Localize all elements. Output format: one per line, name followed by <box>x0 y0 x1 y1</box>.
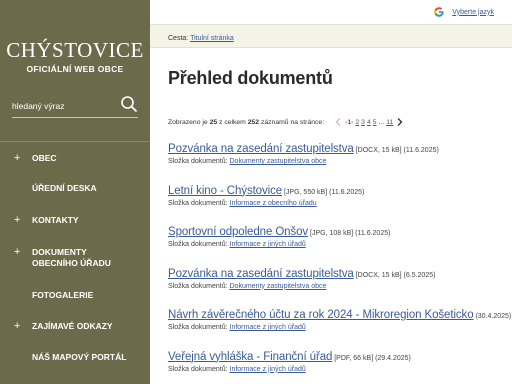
document-item: Pozvánka na zasedání zastupitelstva [DOC… <box>168 268 508 310</box>
document-item: Letní kino - Chýstovice [JPG, 550 kB] (1… <box>168 185 508 227</box>
language-selector[interactable]: Vyberte jazyk <box>434 7 494 17</box>
nav-item-label: ZAJÍMAVÉ ODKAZY <box>32 321 113 331</box>
nav-divider <box>0 141 150 142</box>
document-folder-link[interactable]: Informace z jiných úřadů <box>230 324 306 331</box>
pager: -1- 2 3 4 5 ... 11 <box>332 116 406 128</box>
document-item: Pozvánka na zasedání zastupitelstva [DOC… <box>168 143 508 185</box>
document-meta: [DOCX, 15 kB] (6.5.2025) <box>355 271 436 279</box>
document-folder-link[interactable]: Informace z jiných úřadů <box>230 241 306 248</box>
document-title-link[interactable]: Letní kino - Chýstovice <box>168 185 282 197</box>
document-folder-label: Složka dokumentů: <box>168 282 228 290</box>
nav-item-label: NÁŠ MAPOVÝ PORTÁL <box>32 352 127 362</box>
document-title-link[interactable]: Sportovní odpoledne Onšov <box>168 226 308 238</box>
pager-shown-count: 25 <box>209 118 218 126</box>
document-folder-label: Složka dokumentů: <box>168 241 228 248</box>
document-folder-label: Složka dokumentů: <box>168 324 228 331</box>
language-link[interactable]: Vyberte jazyk <box>452 9 494 16</box>
pager-page-link[interactable]: 4 <box>367 119 371 126</box>
plus-icon: + <box>14 320 21 332</box>
site-brand[interactable]: CHÝSTOVICE OFICIÁLNÍ WEB OBCE <box>0 0 150 74</box>
plus-icon: + <box>14 246 21 258</box>
pager-page-link[interactable]: 2 <box>355 119 359 126</box>
nav-item-label: DOKUMENTY OBECNÍHO ÚŘADU <box>32 247 111 268</box>
document-meta: [JPG, 550 kB] (11.6.2025) <box>283 188 365 196</box>
document-item: Veřejná vyhláška - Finanční úřad [PDF, 6… <box>168 351 508 384</box>
google-icon <box>434 7 444 17</box>
pager-next-icon[interactable] <box>394 116 406 128</box>
nav-item-kontakty[interactable]: + KONTAKTY <box>0 215 150 226</box>
main-content: Vyberte jazyk Cesta: Titulní stránka Pře… <box>150 0 512 384</box>
sidebar: CHÝSTOVICE OFICIÁLNÍ WEB OBCE + OBEC ÚŘE… <box>0 0 150 384</box>
nav-item-uredni-deska[interactable]: ÚŘEDNÍ DESKA <box>0 183 150 194</box>
pager-page-link[interactable]: 5 <box>373 119 377 126</box>
plus-icon: + <box>14 152 21 164</box>
document-folder-link[interactable]: Informace z obecního úřadu <box>230 200 317 207</box>
site-subtitle: OFICIÁLNÍ WEB OBCE <box>26 64 124 74</box>
nav-item-label: FOTOGALERIE <box>32 290 94 300</box>
breadcrumb-prefix: Cesta: <box>168 35 189 42</box>
nav-item-obec[interactable]: + OBEC <box>0 153 150 164</box>
nav-item-label: KONTAKTY <box>32 215 79 225</box>
pager-text-shown: Zobrazeno je <box>168 118 208 126</box>
pager-text-records: záznamů na stránce: <box>260 118 325 126</box>
document-item: Návrh závěrečného účtu za rok 2024 - Mik… <box>168 309 512 351</box>
breadcrumb-home-link[interactable]: Titulní stránka <box>190 35 234 42</box>
nav-item-label: ÚŘEDNÍ DESKA <box>32 183 97 193</box>
plus-icon: + <box>14 214 21 226</box>
site-title: CHÝSTOVICE <box>6 38 144 62</box>
document-folder-label: Složka dokumentů: <box>168 158 228 165</box>
pager-ellipsis: ... <box>378 118 385 126</box>
nav-item-fotogalerie[interactable]: FOTOGALERIE <box>0 290 150 301</box>
breadcrumb: Cesta: Titulní stránka <box>150 24 512 48</box>
document-title-link[interactable]: Pozvánka na zasedání zastupitelstva <box>168 268 354 280</box>
document-folder-label: Složka dokumentů: <box>168 365 228 373</box>
document-list: Pozvánka na zasedání zastupitelstva [DOC… <box>168 143 512 384</box>
nav-item-label: OBEC <box>32 153 57 163</box>
nav-item-mapovy-portal[interactable]: NÁŠ MAPOVÝ PORTÁL <box>0 352 150 363</box>
document-meta: [DOCX, 15 kB] (11.6.2025) <box>355 147 439 154</box>
document-folder-link[interactable]: Informace z jiných úřadů <box>230 366 306 373</box>
document-title-link[interactable]: Návrh závěrečného účtu za rok 2024 - Mik… <box>168 309 474 321</box>
document-meta: [PDF, 66 kB] (29.4.2025) <box>334 354 411 362</box>
nav-item-dokumenty[interactable]: + DOKUMENTY OBECNÍHO ÚŘADU <box>0 247 150 269</box>
pager-current-page: -1- <box>345 118 354 126</box>
document-folder-link[interactable]: Dokumenty zastupitelstva obce <box>230 283 327 290</box>
pager-last-page[interactable]: 11 <box>386 119 393 126</box>
document-item: Sportovní odpoledne Onšov [JPG, 108 kB] … <box>168 226 508 268</box>
pager-text-of: z celkem <box>219 118 246 126</box>
document-folder-link[interactable]: Dokumenty zastupitelstva obce <box>230 158 327 165</box>
document-folder-label: Složka dokumentů: <box>168 199 228 207</box>
document-meta: (30.4.2025) <box>475 313 512 320</box>
top-bar: Vyberte jazyk <box>150 0 512 24</box>
pager-page-link[interactable]: 3 <box>361 119 365 126</box>
document-meta: [JPG, 108 kB] (11.6.2025) <box>310 230 391 237</box>
pager-prev-icon[interactable] <box>332 116 344 128</box>
search-icon[interactable] <box>120 95 138 113</box>
pagination-bar: Zobrazeno je 25 z celkem 252 záznamů na … <box>168 116 508 128</box>
page-title: Přehled dokumentů <box>168 68 333 88</box>
pager-total-count: 252 <box>247 118 260 126</box>
search-box <box>12 94 138 118</box>
document-title-link[interactable]: Pozvánka na zasedání zastupitelstva <box>168 143 354 155</box>
search-input[interactable] <box>12 98 112 114</box>
document-title-link[interactable]: Veřejná vyhláška - Finanční úřad <box>168 351 332 363</box>
nav-item-zajimave-odkazy[interactable]: + ZAJÍMAVÉ ODKAZY <box>0 321 150 332</box>
